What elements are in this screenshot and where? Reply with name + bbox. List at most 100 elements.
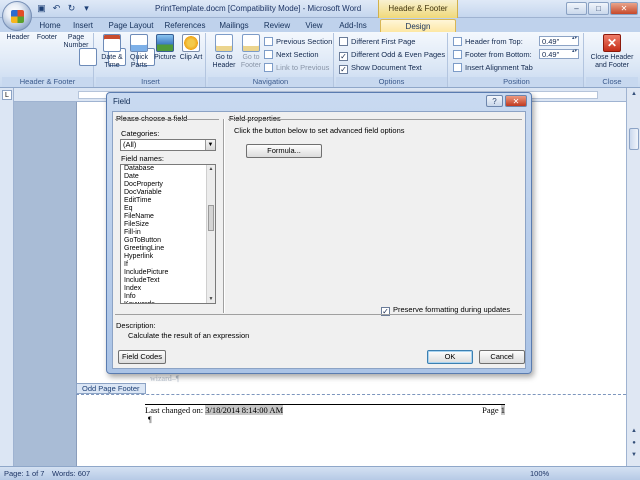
tab-insert[interactable]: Insert xyxy=(68,19,98,32)
status-word-count[interactable]: Words: 607 xyxy=(52,467,90,480)
tab-references[interactable]: References xyxy=(162,19,208,32)
undo-icon[interactable]: ↶ xyxy=(51,3,62,14)
field-name-item[interactable]: Index xyxy=(121,285,215,293)
field-name-item[interactable]: Database xyxy=(121,165,215,173)
field-name-item[interactable]: If xyxy=(121,261,215,269)
different-odd-even-checkbox[interactable]: ✓ xyxy=(339,52,348,61)
field-name-item[interactable]: EditTime xyxy=(121,197,215,205)
link-icon xyxy=(264,63,273,72)
group-label-insert: Insert xyxy=(96,77,205,87)
field-names-list[interactable]: Database Date DocProperty DocVariable EditTi… xyxy=(120,164,216,304)
next-section-label: Next Section xyxy=(276,50,319,59)
odd-page-footer-tag: Odd Page Footer xyxy=(76,383,146,394)
vertical-ruler[interactable] xyxy=(0,88,14,466)
footer-text[interactable]: Last changed on: 3/18/2014 8:14:00 AM Pa… xyxy=(145,404,505,415)
scroll-up-icon[interactable]: ▲ xyxy=(207,165,215,173)
tab-mailings[interactable]: Mailings xyxy=(214,19,254,32)
field-codes-button[interactable]: Field Codes xyxy=(118,350,166,364)
tab-add-ins[interactable]: Add-Ins xyxy=(334,19,372,32)
show-document-text-checkbox[interactable]: ✓ xyxy=(339,65,348,74)
dialog-controls: ? ✕ xyxy=(486,95,527,107)
header-button[interactable]: Header xyxy=(3,34,97,76)
tab-home[interactable]: Home xyxy=(34,19,66,32)
status-page-count[interactable]: Page: 1 of 7 xyxy=(4,467,44,480)
office-button[interactable] xyxy=(2,1,32,31)
quick-parts-label: Quick Parts xyxy=(130,54,148,69)
vertical-scrollbar[interactable]: ▲ ▲ ● ▼ xyxy=(626,88,640,466)
help-button[interactable]: ? xyxy=(486,95,503,107)
previous-section-button[interactable]: Previous Section xyxy=(264,36,332,47)
tab-review[interactable]: Review xyxy=(260,19,294,32)
field-name-item[interactable]: Keywords xyxy=(121,301,215,303)
field-name-item[interactable]: DocVariable xyxy=(121,189,215,197)
save-icon[interactable]: ▣ xyxy=(36,3,47,14)
footer-button[interactable]: Footer xyxy=(32,34,126,76)
cancel-button[interactable]: Cancel xyxy=(479,350,525,364)
insert-alignment-tab-button[interactable]: Insert Alignment Tab xyxy=(453,62,533,73)
tab-view[interactable]: View xyxy=(300,19,328,32)
ribbon-tabs: Home Insert Page Layout References Maili… xyxy=(0,18,640,32)
minimize-button[interactable]: – xyxy=(566,2,587,15)
show-document-text-option[interactable]: ✓ Show Document Text xyxy=(339,62,422,74)
quick-access-toolbar: ▣ ↶ ↻ ▾ xyxy=(36,3,92,14)
select-browse-object[interactable]: ● xyxy=(629,439,639,448)
date-field[interactable]: 3/18/2014 8:14:00 AM xyxy=(205,405,284,415)
goto-footer-button[interactable]: Go to Footer xyxy=(236,34,266,76)
footer-page-number: Page 1 xyxy=(482,405,505,416)
different-first-page-option[interactable]: Different First Page xyxy=(339,36,415,47)
link-to-previous-button[interactable]: Link to Previous xyxy=(264,62,329,73)
header-from-top-label: Header from Top: xyxy=(465,37,523,46)
next-page-arrow[interactable]: ▼ xyxy=(629,451,639,460)
categories-dropdown[interactable]: (All) ▼ xyxy=(120,139,216,151)
field-name-item[interactable]: GreetingLine xyxy=(121,245,215,253)
group-navigation: Go to Header Go to Footer Previous Secti… xyxy=(208,33,334,87)
different-odd-even-option[interactable]: ✓ Different Odd & Even Pages xyxy=(339,49,445,61)
context-tab-header-footer-tools: Header & Footer Tools xyxy=(378,0,458,31)
field-name-item[interactable]: GoToButton xyxy=(121,237,215,245)
different-first-page-checkbox[interactable] xyxy=(339,37,348,46)
status-bar: Page: 1 of 7 Words: 607 100% xyxy=(0,466,640,480)
header-from-top-spinner[interactable]: 0.49" xyxy=(539,36,579,46)
field-name-item[interactable]: Info xyxy=(121,293,215,301)
chevron-down-icon[interactable]: ▼ xyxy=(205,140,215,150)
field-list-scroll-thumb[interactable] xyxy=(208,205,214,231)
scroll-up-arrow[interactable]: ▲ xyxy=(629,90,639,99)
redo-icon[interactable]: ↻ xyxy=(66,3,77,14)
next-section-button[interactable]: Next Section xyxy=(264,49,319,60)
dialog-close-button[interactable]: ✕ xyxy=(505,95,527,107)
previous-section-label: Previous Section xyxy=(276,37,333,46)
close-header-footer-button[interactable]: ✕ Close Header and Footer xyxy=(587,34,637,76)
field-name-item[interactable]: IncludePicture xyxy=(121,269,215,277)
field-name-item[interactable]: Eq xyxy=(121,205,215,213)
field-name-item[interactable]: DocProperty xyxy=(121,181,215,189)
page-number-button[interactable]: Page Number xyxy=(61,34,155,76)
close-header-footer-label: Close Header and Footer xyxy=(590,54,634,69)
clip-art-button[interactable]: Clip Art xyxy=(176,34,206,76)
field-name-item[interactable]: Fill-in xyxy=(121,229,215,237)
field-list-scrollbar[interactable]: ▲ ▼ xyxy=(206,165,215,303)
scroll-down-icon[interactable]: ▼ xyxy=(207,295,215,303)
group-label-header-footer: Header & Footer xyxy=(2,77,93,87)
field-name-item[interactable]: FileName xyxy=(121,213,215,221)
field-name-item[interactable]: Hyperlink xyxy=(121,253,215,261)
prev-page-arrow[interactable]: ▲ xyxy=(629,427,639,436)
tab-selector-button[interactable]: L xyxy=(2,90,12,100)
formula-button[interactable]: Formula... xyxy=(246,144,322,158)
header-from-top-row: Header from Top: 0.49" xyxy=(453,36,579,47)
ok-button[interactable]: OK xyxy=(427,350,473,364)
description-text: Calculate the result of an expression xyxy=(128,331,250,340)
date-time-button[interactable]: Date & Time xyxy=(97,34,127,76)
field-name-item[interactable]: IncludeText xyxy=(121,277,215,285)
maximize-button[interactable]: □ xyxy=(588,2,609,15)
goto-header-button[interactable]: Go to Header xyxy=(209,34,239,76)
tab-design[interactable]: Design xyxy=(380,19,456,32)
status-zoom-level[interactable]: 100% xyxy=(530,467,549,480)
field-name-item[interactable]: FileSize xyxy=(121,221,215,229)
footer-from-bottom-spinner[interactable]: 0.49" xyxy=(539,49,579,59)
customize-qat-icon[interactable]: ▾ xyxy=(81,3,92,14)
field-name-item[interactable]: Date xyxy=(121,173,215,181)
close-window-button[interactable]: ✕ xyxy=(610,2,638,15)
scroll-thumb[interactable] xyxy=(629,128,639,150)
tab-page-layout[interactable]: Page Layout xyxy=(104,19,158,32)
page-number-field[interactable]: 1 xyxy=(500,405,505,415)
